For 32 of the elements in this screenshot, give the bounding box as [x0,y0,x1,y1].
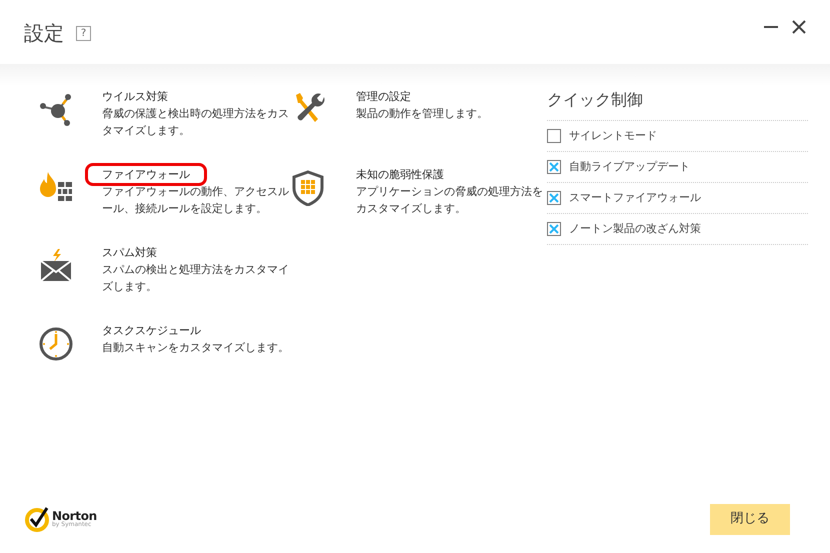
settings-description: スパムの検出と処理方法をカスタマイズします。 [102,262,290,295]
checkmark-logo-icon [24,506,50,532]
settings-link[interactable]: スパム対策 [102,244,157,261]
virus-network-icon [38,92,74,128]
close-icon[interactable] [792,20,806,34]
settings-description: 脅威の保護と検出時の処理方法をカスタマイズします。 [102,106,290,139]
quick-control-title: クイック制御 [547,88,808,121]
quick-control-option[interactable]: サイレントモード [547,121,808,152]
quick-control-option[interactable]: スマートファイアウォール [547,183,808,214]
envelope-lightning-icon [38,248,74,282]
settings-link[interactable]: 管理の設定 [356,88,411,105]
close-button[interactable]: 閉じる [710,504,790,534]
checkbox[interactable] [547,191,561,205]
shield-grid-icon [292,170,324,206]
clock-icon [38,326,74,362]
quick-control-option[interactable]: ノートン製品の改ざん対策 [547,214,808,245]
settings-description: ファイアウォールの動作、アクセスルール、接続ルールを設定します。 [102,184,290,217]
settings-link[interactable]: 未知の脆弱性保護 [356,166,444,183]
logo-name: Norton [52,510,97,522]
settings-description: アプリケーションの脅威の処理方法をカスタマイズします。 [356,184,544,217]
settings-description: 製品の動作を管理します。 [356,106,489,122]
settings-link[interactable]: ファイアウォール [85,163,207,186]
checkbox[interactable] [547,129,561,143]
settings-link[interactable]: ウイルス対策 [102,88,168,105]
settings-description: 自動スキャンをカスタマイズします。 [102,340,290,356]
checkbox[interactable] [547,222,561,236]
quick-control-option[interactable]: 自動ライブアップデート [547,152,808,183]
flame-wall-icon [38,170,74,202]
settings-link[interactable]: タスクスケジュール [102,322,201,339]
help-button[interactable]: ? [76,26,91,40]
checkbox[interactable] [547,160,561,174]
window-title: 設定 [24,20,64,47]
